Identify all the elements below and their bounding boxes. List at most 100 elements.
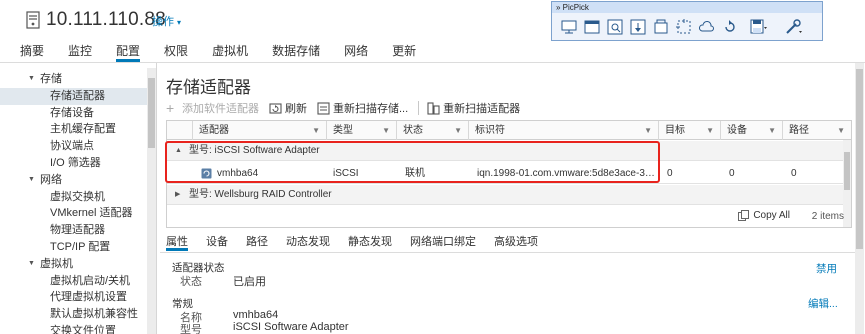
edit-link[interactable]: 编辑...	[808, 296, 838, 311]
chevron-down-icon: ▾	[177, 18, 182, 27]
cell-targets: 0	[667, 168, 673, 179]
column-header-targets[interactable]: 目标 ▼	[659, 121, 721, 140]
tab-datastores[interactable]: 数据存储	[272, 42, 320, 62]
monitor-icon[interactable]	[560, 18, 578, 36]
tab-monitor[interactable]: 监控	[68, 42, 92, 62]
detail-tabs: 属性 设备 路径 动态发现 静态发现 网络端口绑定 高级选项	[166, 233, 556, 251]
tab-dynamic-discovery[interactable]: 动态发现	[286, 233, 330, 251]
disable-link[interactable]: 禁用	[816, 261, 837, 276]
tab-networks[interactable]: 网络	[344, 42, 368, 62]
refresh-button[interactable]: 刷新	[269, 100, 307, 116]
grid-header: 适配器 ▼ 类型 ▼ 状态 ▼ 标识符 ▼ 目标 ▼ 设备 ▼ 路径 ▼	[167, 121, 851, 140]
column-label: 状态	[403, 125, 423, 136]
scroll-window-icon[interactable]	[606, 18, 624, 36]
sidebar-item-virtual-switches[interactable]: 虚拟交换机	[0, 189, 156, 206]
sidebar-item-vmkernel-adapters[interactable]: VMkernel 适配器	[0, 205, 156, 222]
grid-header-spacer	[167, 121, 193, 140]
filter-icon[interactable]: ▼	[382, 121, 390, 140]
picpick-toolbar[interactable]: » PicPick	[551, 1, 823, 41]
page-title: 存储适配器	[166, 78, 251, 97]
sidebar-item-io-filters[interactable]: I/O 筛选器	[0, 155, 156, 172]
model-key: 型号	[180, 324, 202, 334]
filter-icon[interactable]: ▼	[644, 121, 652, 140]
filter-icon[interactable]: ▼	[837, 121, 845, 140]
rescan-storage-button[interactable]: 重新扫描存储...	[317, 100, 408, 116]
sidebar-item-agent-vm[interactable]: 代理虚拟机设置	[0, 289, 156, 306]
tab-properties[interactable]: 属性	[166, 233, 188, 251]
tab-paths[interactable]: 路径	[246, 233, 268, 251]
sidebar-group-networking[interactable]: ▼ 网络	[0, 172, 156, 189]
copy-icon	[738, 210, 750, 221]
actions-menu[interactable]: 操作 ▾	[152, 13, 181, 29]
tab-static-discovery[interactable]: 静态发现	[348, 233, 392, 251]
rescan-adapter-label: 重新扫描适配器	[443, 103, 521, 115]
triangle-down-icon: ▼	[28, 259, 35, 267]
column-header-type[interactable]: 类型 ▼	[327, 121, 397, 140]
scrollbar-thumb[interactable]	[856, 69, 863, 249]
sidebar-item-tcpip-config[interactable]: TCP/IP 配置	[0, 239, 156, 256]
scrollbar-thumb[interactable]	[844, 152, 850, 190]
window-icon[interactable]	[583, 18, 601, 36]
tab-permissions[interactable]: 权限	[164, 42, 188, 62]
filter-icon[interactable]: ▼	[768, 121, 776, 140]
freehand-region-icon[interactable]	[675, 18, 693, 36]
sidebar-item-swap-location[interactable]: 交换文件位置	[0, 323, 156, 334]
status-value: 已启用	[233, 276, 266, 288]
sidebar-item-protocol-endpoints[interactable]: 协议端点	[0, 138, 156, 155]
save-icon[interactable]	[749, 18, 767, 36]
detail-divider	[160, 252, 855, 253]
add-software-adapter-label: 添加软件适配器	[182, 103, 259, 115]
sidebar-group-storage[interactable]: ▼ 存储	[0, 71, 156, 88]
tab-configure[interactable]: 配置	[116, 42, 141, 62]
host-title: 10.111.110.88	[46, 9, 166, 30]
fixed-region-icon[interactable]	[652, 18, 670, 36]
column-header-status[interactable]: 状态 ▼	[397, 121, 469, 140]
region-icon[interactable]	[629, 18, 647, 36]
settings-icon[interactable]	[784, 18, 802, 36]
triangle-down-icon: ▲	[175, 147, 182, 154]
sidebar-item-storage-adapters[interactable]: 存储适配器	[0, 87, 156, 105]
tab-devices[interactable]: 设备	[206, 233, 228, 251]
filter-icon[interactable]: ▼	[706, 121, 714, 140]
tab-vms[interactable]: 虚拟机	[212, 42, 248, 62]
tab-updates[interactable]: 更新	[392, 42, 416, 62]
host-icon	[26, 11, 40, 29]
sidebar-item-physical-adapters[interactable]: 物理适配器	[0, 222, 156, 239]
table-row[interactable]: vmhba64 iSCSI 联机 iqn.1998-01.com.vmware:…	[167, 163, 843, 184]
filter-icon[interactable]: ▼	[454, 121, 462, 140]
model-value: iSCSI Software Adapter	[233, 321, 349, 333]
repeat-capture-icon[interactable]	[721, 18, 739, 36]
cell-paths: 0	[791, 168, 797, 179]
sidebar-item-storage-devices[interactable]: 存储设备	[0, 105, 156, 122]
sidebar-item-host-cache[interactable]: 主机缓存配置	[0, 121, 156, 138]
copy-all-button[interactable]: Copy All	[738, 210, 790, 221]
group-row-raid[interactable]: ▶ 型号: Wellsburg RAID Controller	[167, 185, 843, 205]
items-count: 2 items	[811, 211, 844, 222]
rescan-adapter-button[interactable]: 重新扫描适配器	[427, 100, 520, 116]
name-value: vmhba64	[233, 309, 279, 321]
column-header-adapter[interactable]: 适配器 ▼	[193, 121, 327, 140]
add-software-adapter-button[interactable]: + 添加软件适配器	[166, 100, 259, 116]
sidebar-item-vm-startup[interactable]: 虚拟机启动/关机	[0, 273, 156, 290]
adapter-toolbar: + 添加软件适配器 刷新 重新扫描存储... 重新扫描适配器	[166, 100, 530, 116]
cell-identifier: iqn.1998-01.com.vmware:5d8e3ace-3fcf-...	[477, 168, 657, 179]
cell-devices: 0	[729, 168, 735, 179]
toolbar-separator	[418, 101, 420, 115]
sidebar-item-vm-compat[interactable]: 默认虚拟机兼容性	[0, 306, 156, 323]
column-header-identifier[interactable]: 标识符 ▼	[469, 121, 659, 140]
filter-icon[interactable]: ▼	[312, 121, 320, 140]
column-header-paths[interactable]: 路径 ▼	[783, 121, 851, 140]
scrollbar-thumb[interactable]	[148, 78, 155, 148]
sidebar-group-vms[interactable]: ▼ 虚拟机	[0, 256, 156, 273]
column-header-devices[interactable]: 设备 ▼	[721, 121, 783, 140]
sidebar-scrollbar[interactable]	[147, 68, 156, 334]
cloud-shape-icon[interactable]	[698, 18, 716, 36]
picpick-title[interactable]: » PicPick	[552, 2, 822, 13]
tab-network-port-binding[interactable]: 网络端口绑定	[410, 233, 476, 251]
main-scrollbar[interactable]	[855, 63, 864, 334]
tab-summary[interactable]: 摘要	[20, 42, 44, 62]
column-label: 目标	[665, 125, 685, 136]
column-label: 适配器	[199, 125, 229, 136]
tab-advanced-options[interactable]: 高级选项	[494, 233, 538, 251]
group-row-iscsi[interactable]: ▲ 型号: iSCSI Software Adapter	[167, 141, 843, 161]
